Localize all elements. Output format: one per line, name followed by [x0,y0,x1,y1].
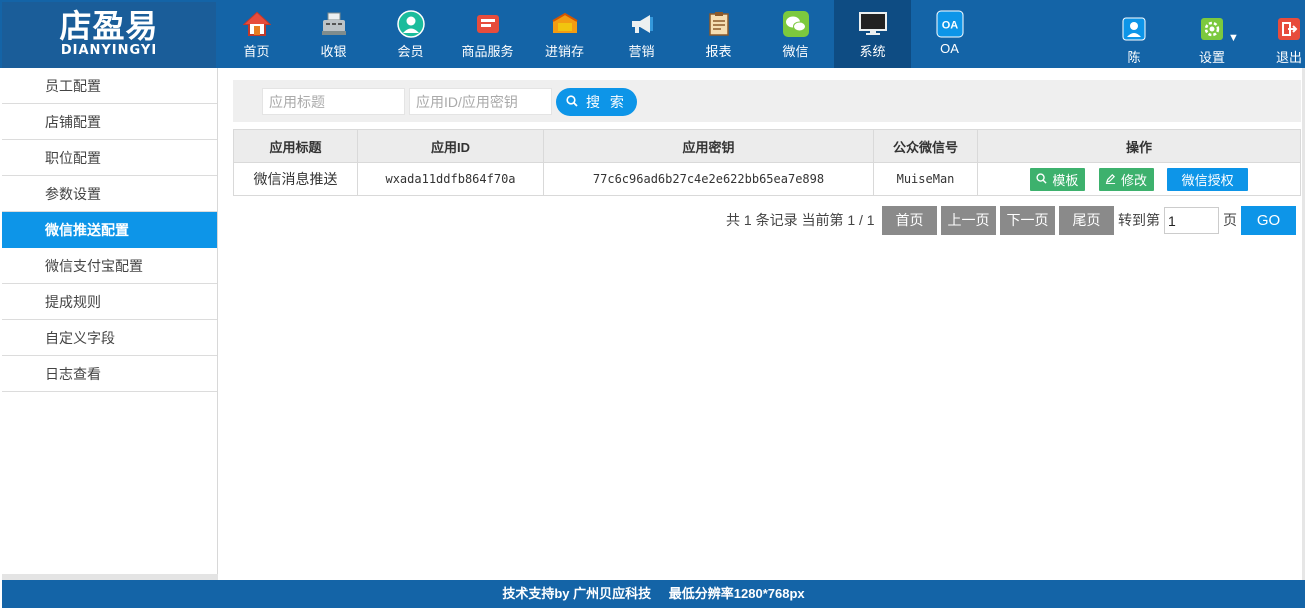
sidebar-item-staff[interactable]: 员工配置 [2,68,217,104]
nav-system[interactable]: 系统 [834,0,911,68]
app-config-table: 应用标题 应用ID 应用密钥 公众微信号 操作 微信消息推送 wxada11dd… [233,129,1301,196]
sidebar-item-params[interactable]: 参数设置 [2,176,217,212]
column-header-app-id: 应用ID [357,129,544,163]
cell-account: MuiseMan [873,162,978,196]
cell-app-title: 微信消息推送 [233,162,358,196]
nav-label-oa: OA [940,41,959,56]
search-button[interactable]: 搜 索 [556,88,637,116]
column-header-app-secret: 应用密钥 [543,129,874,163]
top-header: 店盈易 DIANYINGYI 首页 收银 会员 商品服务 进销存 营销 报表 微… [0,0,1305,68]
sidebar: 员工配置 店铺配置 职位配置 参数设置 微信推送配置 微信支付宝配置 提成规则 … [2,68,218,580]
nav-home[interactable]: 首页 [218,0,295,68]
settings-menu[interactable]: 设置 [1196,0,1228,68]
nav-inventory[interactable]: 进销存 [526,0,603,68]
monitor-icon [858,10,888,38]
sidebar-item-store[interactable]: 店铺配置 [2,104,217,140]
wechat-authorize-button[interactable]: 微信授权 [1167,167,1249,191]
search-button-label: 搜 索 [586,94,627,110]
page-number-input[interactable] [1164,207,1219,234]
settings-label: 设置 [1198,50,1225,65]
chevron-down-icon[interactable]: ▼ [1228,32,1239,44]
table-row: 微信消息推送 wxada11ddfb864f70a 77c6c96ad6b27c… [233,162,1301,196]
cell-app-secret: 77c6c96ad6b27c4e2e622bb65ea7e898 [543,162,874,196]
first-page-button[interactable]: 首页 [882,206,937,235]
search-bar: 搜 索 [233,80,1301,122]
nav-report[interactable]: 报表 [680,0,757,68]
nav-label-home: 首页 [243,44,270,59]
prev-page-button[interactable]: 上一页 [941,206,996,235]
nav-cashier[interactable]: 收银 [295,0,372,68]
footer-resolution: 最低分辨率1280*768px [668,586,805,601]
nav-label-inventory: 进销存 [544,44,584,59]
gear-icon [1197,15,1227,43]
go-button[interactable]: GO [1241,206,1296,235]
logout-button[interactable]: 退出 [1274,0,1304,68]
table-header-row: 应用标题 应用ID 应用密钥 公众微信号 操作 [233,129,1301,163]
report-icon [704,10,734,38]
nav-oa[interactable]: OA OA [911,0,988,68]
nav-wechat[interactable]: 微信 [757,0,834,68]
nav-label-marketing: 营销 [628,44,655,59]
oa-icon: OA [935,10,965,38]
edit-button[interactable]: 修改 [1098,167,1154,191]
logout-label: 退出 [1275,50,1302,65]
search-icon [566,94,578,110]
template-button-label: 模板 [1052,172,1079,188]
user-menu[interactable]: 陈 [1120,0,1148,68]
svg-text:OA: OA [941,20,958,32]
sidebar-item-logs[interactable]: 日志查看 [2,356,217,392]
sidebar-item-commission[interactable]: 提成规则 [2,284,217,320]
sidebar-item-position[interactable]: 职位配置 [2,140,217,176]
nav-label-report: 报表 [705,44,732,59]
nav-label-goods: 商品服务 [461,44,514,59]
wechat-icon [781,10,811,38]
pencil-icon [1105,172,1116,187]
page-suffix-label: 页 [1223,212,1237,228]
footer-support: 技术支持by 广州贝应科技 [502,586,652,601]
sidebar-item-custom-fields[interactable]: 自定义字段 [2,320,217,356]
app-title-search-input[interactable] [262,88,405,115]
user-name: 陈 [1127,50,1141,65]
main-nav: 首页 收银 会员 商品服务 进销存 营销 报表 微信 系统 OA OA [218,0,988,68]
inventory-icon [550,10,580,38]
cell-actions: 模板 修改 微信授权 [977,162,1301,196]
nav-label-member: 会员 [397,44,424,59]
sidebar-item-wechat-push[interactable]: 微信推送配置 [2,212,217,248]
brand-logo[interactable]: 店盈易 DIANYINGYI [2,2,216,68]
column-header-account: 公众微信号 [873,129,978,163]
sidebar-item-payment[interactable]: 微信支付宝配置 [2,248,217,284]
goods-icon [473,10,503,38]
member-icon [396,10,426,38]
last-page-button[interactable]: 尾页 [1059,206,1114,235]
cash-register-icon [319,10,349,38]
megaphone-icon [627,10,657,38]
logout-icon [1274,15,1304,43]
column-header-actions: 操作 [977,129,1301,163]
cell-app-id: wxada11ddfb864f70a [357,162,544,196]
app-id-search-input[interactable] [409,88,552,115]
edit-button-label: 修改 [1120,172,1147,188]
goto-label: 转到第 [1118,212,1160,228]
zoom-icon [1036,172,1047,187]
nav-label-wechat: 微信 [782,44,809,59]
nav-label-system: 系统 [859,44,886,59]
logo-main-text: 店盈易 [59,7,159,45]
footer: 技术支持by 广州贝应科技 最低分辨率1280*768px [2,580,1305,608]
nav-goods[interactable]: 商品服务 [449,0,526,68]
template-button[interactable]: 模板 [1029,167,1085,191]
nav-marketing[interactable]: 营销 [603,0,680,68]
nav-member[interactable]: 会员 [372,0,449,68]
pagination-summary: 共 1 条记录 当前第 1 / 1 [726,212,875,228]
user-avatar-icon [1119,15,1149,43]
logo-sub-text: DIANYINGYI [60,43,158,58]
home-icon [242,10,272,38]
next-page-button[interactable]: 下一页 [1000,206,1055,235]
column-header-title: 应用标题 [233,129,358,163]
nav-label-cashier: 收银 [320,44,347,59]
